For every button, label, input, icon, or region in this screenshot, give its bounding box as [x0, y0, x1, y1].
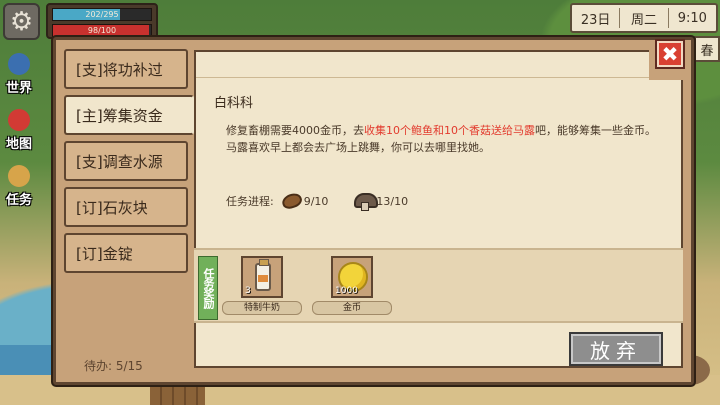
abalone-icon — [279, 191, 304, 211]
nav-world-button[interactable]: 世界 — [0, 44, 38, 96]
reward-count: 1000 — [335, 286, 358, 296]
quest-icon — [8, 165, 30, 187]
quest-dialog: [支]将功补过 [主]筹集资金 [支]调查水源 [订]石灰块 [订]金锭 待办:… — [53, 37, 694, 385]
desc-part1: 修复畜棚需要4000金币，去 — [226, 124, 364, 137]
progress-count: 13/10 — [376, 194, 409, 208]
status-bars: 202/295 98/100 — [46, 3, 158, 39]
progress-label: 任务进程: — [226, 195, 274, 208]
reward-slot: 3 — [241, 256, 283, 298]
world-icon — [8, 53, 30, 75]
reward-label: 任务奖励 — [198, 256, 218, 320]
date-label: 23日 — [580, 12, 611, 28]
nav-label: 任务 — [5, 193, 32, 208]
reward-name: 金币 — [312, 301, 392, 315]
date-time-panel: 23日 周二 9:10 — [570, 3, 718, 33]
reward-slot: 1000 — [331, 256, 373, 298]
side-nav: 世界 地图 任务 — [0, 44, 40, 212]
progress-count: 9/10 — [303, 194, 329, 208]
energy-bar: 98/100 — [52, 24, 152, 37]
reward-item[interactable]: 1000 金币 — [312, 256, 392, 315]
pending-count: 待办: 5/15 — [84, 359, 143, 373]
abandon-button[interactable]: 放弃 — [569, 332, 663, 366]
quest-progress: 任务进程: 9/10 13/10 — [226, 191, 409, 211]
desc-line2: 马露喜欢早上都会去广场上跳舞，你可以去哪里找她。 — [226, 141, 490, 154]
mushroom-icon — [354, 193, 379, 211]
nav-label: 地图 — [5, 137, 32, 152]
map-pin-icon — [8, 109, 30, 131]
panel-header — [196, 52, 681, 78]
health-text: 202/295 — [85, 10, 119, 19]
quest-tab-list: [支]将功补过 [主]筹集资金 [支]调查水源 [订]石灰块 [订]金锭 — [64, 49, 194, 279]
quest-tab[interactable]: [支]调查水源 — [64, 141, 188, 181]
reward-item[interactable]: 3 特制牛奶 — [222, 256, 302, 315]
time-label: 9:10 — [677, 10, 707, 26]
desc-part2: 吧，能够筹集一些金币。 — [535, 124, 656, 137]
quest-giver: 白科科 — [214, 96, 254, 111]
weekday-label: 周二 — [630, 12, 657, 28]
reward-name: 特制牛奶 — [222, 301, 302, 315]
nav-label: 世界 — [5, 81, 32, 96]
energy-text: 98/100 — [87, 26, 117, 35]
settings-button[interactable]: ⚙ — [3, 3, 40, 40]
close-icon: ✖ — [661, 42, 679, 66]
reward-section: 任务奖励 3 特制牛奶 1000 金币 — [194, 248, 683, 323]
quest-tab-active[interactable]: [主]筹集资金 — [64, 95, 194, 135]
milk-bottle-icon — [255, 259, 271, 291]
nav-quest-button[interactable]: 任务 — [0, 156, 38, 208]
quest-description: 修复畜棚需要4000金币，去收集10个鲍鱼和10个香菇送给马露吧，能够筹集一些金… — [226, 122, 656, 156]
quest-detail-panel: 白科科 修复畜棚需要4000金币，去收集10个鲍鱼和10个香菇送给马露吧，能够筹… — [194, 50, 683, 368]
reward-count: 3 — [245, 286, 251, 296]
desc-highlight: 收集10个鲍鱼和10个香菇送给马露 — [364, 124, 535, 137]
season-label: 春 — [694, 36, 720, 62]
close-button[interactable]: ✖ — [655, 39, 685, 69]
progress-item: 13/10 — [354, 193, 409, 211]
health-bar: 202/295 — [52, 8, 152, 21]
quest-tab[interactable]: [支]将功补过 — [64, 49, 188, 89]
quest-tab[interactable]: [订]石灰块 — [64, 187, 188, 227]
nav-map-button[interactable]: 地图 — [0, 100, 38, 152]
progress-item: 9/10 — [279, 191, 329, 211]
quest-tab[interactable]: [订]金锭 — [64, 233, 188, 273]
gear-icon: ⚙ — [9, 6, 34, 37]
